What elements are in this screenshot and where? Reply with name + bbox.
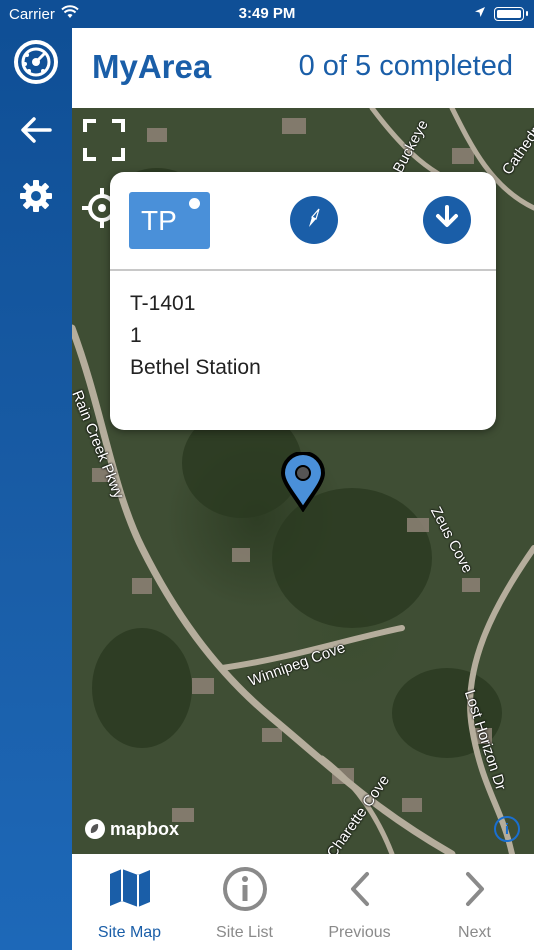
- status-time: 3:49 PM: [238, 5, 296, 22]
- tab-label: Site Map: [97, 924, 162, 941]
- attribution-info-icon[interactable]: i: [494, 816, 520, 842]
- status-bar: Carrier 3:49 PM: [0, 0, 534, 28]
- chevron-right-icon: [417, 866, 532, 912]
- compass-button[interactable]: [290, 196, 338, 244]
- map-pin-icon[interactable]: [280, 451, 326, 517]
- tab-label: Site List: [216, 924, 273, 941]
- tab-next[interactable]: Next: [417, 854, 532, 950]
- mapbox-logo[interactable]: mapbox: [84, 818, 179, 840]
- fullscreen-icon[interactable]: [82, 118, 126, 167]
- tab-site-map[interactable]: Site Map: [72, 854, 187, 950]
- back-arrow-icon[interactable]: [10, 104, 62, 156]
- chevron-left-icon: [302, 866, 417, 912]
- tab-site-list[interactable]: Site List: [187, 854, 302, 950]
- site-popup: TP T-1401 1 Bethel Station: [110, 172, 496, 430]
- dashboard-gauge-icon[interactable]: [10, 36, 62, 88]
- info-circle-icon: [187, 866, 302, 912]
- divider: [110, 269, 496, 271]
- site-name: Bethel Station: [130, 356, 261, 379]
- header: MyArea 0 of 5 completed: [72, 28, 534, 108]
- tab-bar: Site Map Site List Previous Next: [72, 854, 534, 950]
- gear-icon[interactable]: [10, 170, 62, 222]
- download-icon: [434, 204, 460, 237]
- site-number: 1: [130, 324, 142, 347]
- compass-icon: [300, 204, 328, 237]
- tab-label: Next: [458, 924, 491, 941]
- tab-label: Previous: [328, 924, 391, 941]
- site-id: T-1401: [130, 292, 196, 315]
- site-type-badge: TP: [129, 192, 210, 249]
- mapbox-label: mapbox: [110, 818, 180, 839]
- badge-label: TP: [141, 205, 177, 236]
- tab-previous[interactable]: Previous: [302, 854, 417, 950]
- download-button[interactable]: [423, 196, 471, 244]
- sidebar: [0, 28, 72, 950]
- app-title: MyArea: [92, 48, 212, 85]
- location-arrow-icon: [474, 5, 486, 22]
- map-icon: [72, 866, 187, 910]
- status-dot: [189, 198, 200, 209]
- battery-icon: [494, 6, 528, 21]
- completion-status: 0 of 5 completed: [298, 50, 513, 82]
